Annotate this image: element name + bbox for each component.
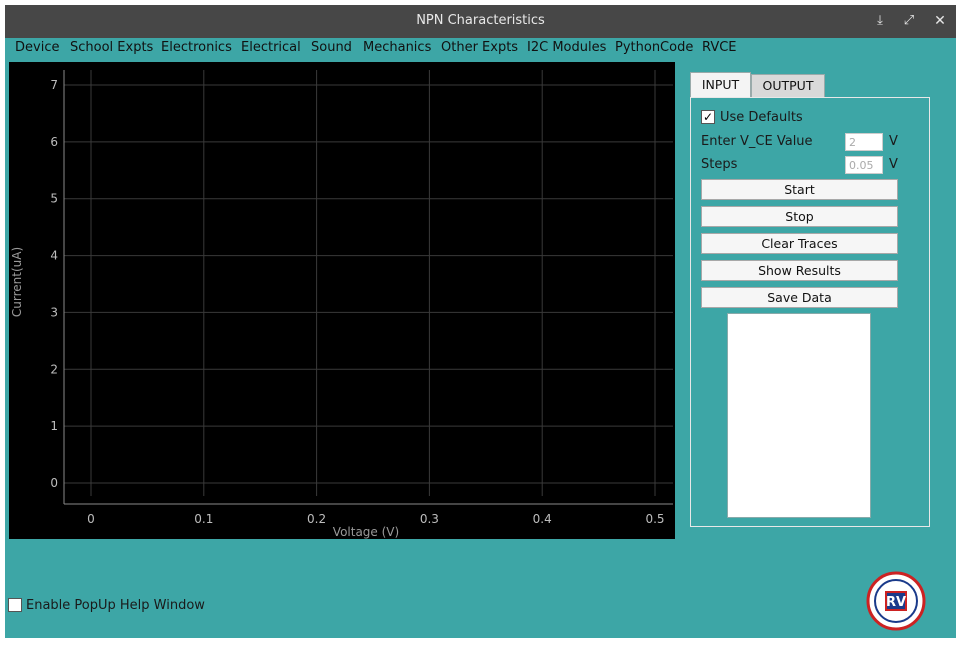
tab-input[interactable]: INPUT [690, 72, 751, 98]
clear-traces-button[interactable]: Clear Traces [701, 233, 898, 254]
y-tick-label: 3 [50, 305, 58, 319]
x-tick-label: 0.5 [645, 512, 664, 526]
show-results-button[interactable]: Show Results [701, 260, 898, 281]
help-popup-label: Enable PopUp Help Window [26, 598, 205, 613]
menu-mechanics[interactable]: Mechanics [363, 40, 431, 55]
use-defaults-checkbox[interactable]: ✓ [701, 110, 715, 124]
results-textbox[interactable] [727, 313, 871, 518]
y-tick-label: 1 [50, 419, 58, 433]
menu-electrical[interactable]: Electrical [241, 40, 301, 55]
x-tick-label: 0 [87, 512, 95, 526]
stop-button[interactable]: Stop [701, 206, 898, 227]
menu-sound[interactable]: Sound [311, 40, 352, 55]
menu-device[interactable]: Device [15, 40, 59, 55]
title-bar: NPN Characteristics ⤓ ⤢ ✕ [5, 5, 956, 38]
menu-other-expts[interactable]: Other Expts [441, 40, 518, 55]
x-axis-label: Voltage (V) [333, 525, 399, 539]
x-tick-label: 0.2 [307, 512, 326, 526]
menu-rvce[interactable]: RVCE [702, 40, 737, 55]
save-data-button[interactable]: Save Data [701, 287, 898, 308]
y-tick-label: 6 [50, 135, 58, 149]
x-tick-label: 0.4 [533, 512, 552, 526]
y-tick-label: 7 [50, 78, 58, 92]
menu-bar: Device School Expts Electronics Electric… [5, 38, 956, 60]
vce-input[interactable]: 2 [845, 133, 883, 151]
menu-i2c-modules[interactable]: I2C Modules [527, 40, 606, 55]
y-tick-label: 0 [50, 476, 58, 490]
y-tick-label: 2 [50, 362, 58, 376]
y-axis-label: Current(uA) [10, 247, 24, 317]
plot-area[interactable]: 0 0.1 0.2 0.3 0.4 0.5 0 1 2 3 4 5 6 7 Voltage (V) Curre… [9, 62, 675, 539]
rv-logo-icon: RV [866, 571, 926, 631]
use-defaults-label: Use Defaults [720, 110, 803, 125]
close-icon[interactable]: ✕ [930, 11, 950, 31]
x-tick-label: 0.3 [420, 512, 439, 526]
expand-icon[interactable]: ⤢ [899, 11, 919, 31]
window-title: NPN Characteristics [416, 13, 545, 28]
menu-school-expts[interactable]: School Expts [70, 40, 153, 55]
download-icon[interactable]: ⤓ [870, 11, 890, 31]
vce-unit: V [889, 134, 898, 149]
menu-pythoncode[interactable]: PythonCode [615, 40, 693, 55]
steps-input[interactable]: 0.05 [845, 156, 883, 174]
menu-electronics[interactable]: Electronics [161, 40, 232, 55]
y-tick-label: 4 [50, 249, 58, 263]
svg-text:RV: RV [886, 595, 906, 610]
tab-output[interactable]: OUTPUT [751, 74, 825, 97]
steps-unit: V [889, 157, 898, 172]
start-button[interactable]: Start [701, 179, 898, 200]
y-tick-label: 5 [50, 192, 58, 206]
x-tick-label: 0.1 [194, 512, 213, 526]
help-popup-checkbox[interactable] [8, 598, 22, 612]
vce-label: Enter V_CE Value [701, 134, 813, 149]
plot-canvas: 0 0.1 0.2 0.3 0.4 0.5 0 1 2 3 4 5 6 7 Voltage (V) Curre… [10, 70, 673, 539]
steps-label: Steps [701, 157, 738, 172]
